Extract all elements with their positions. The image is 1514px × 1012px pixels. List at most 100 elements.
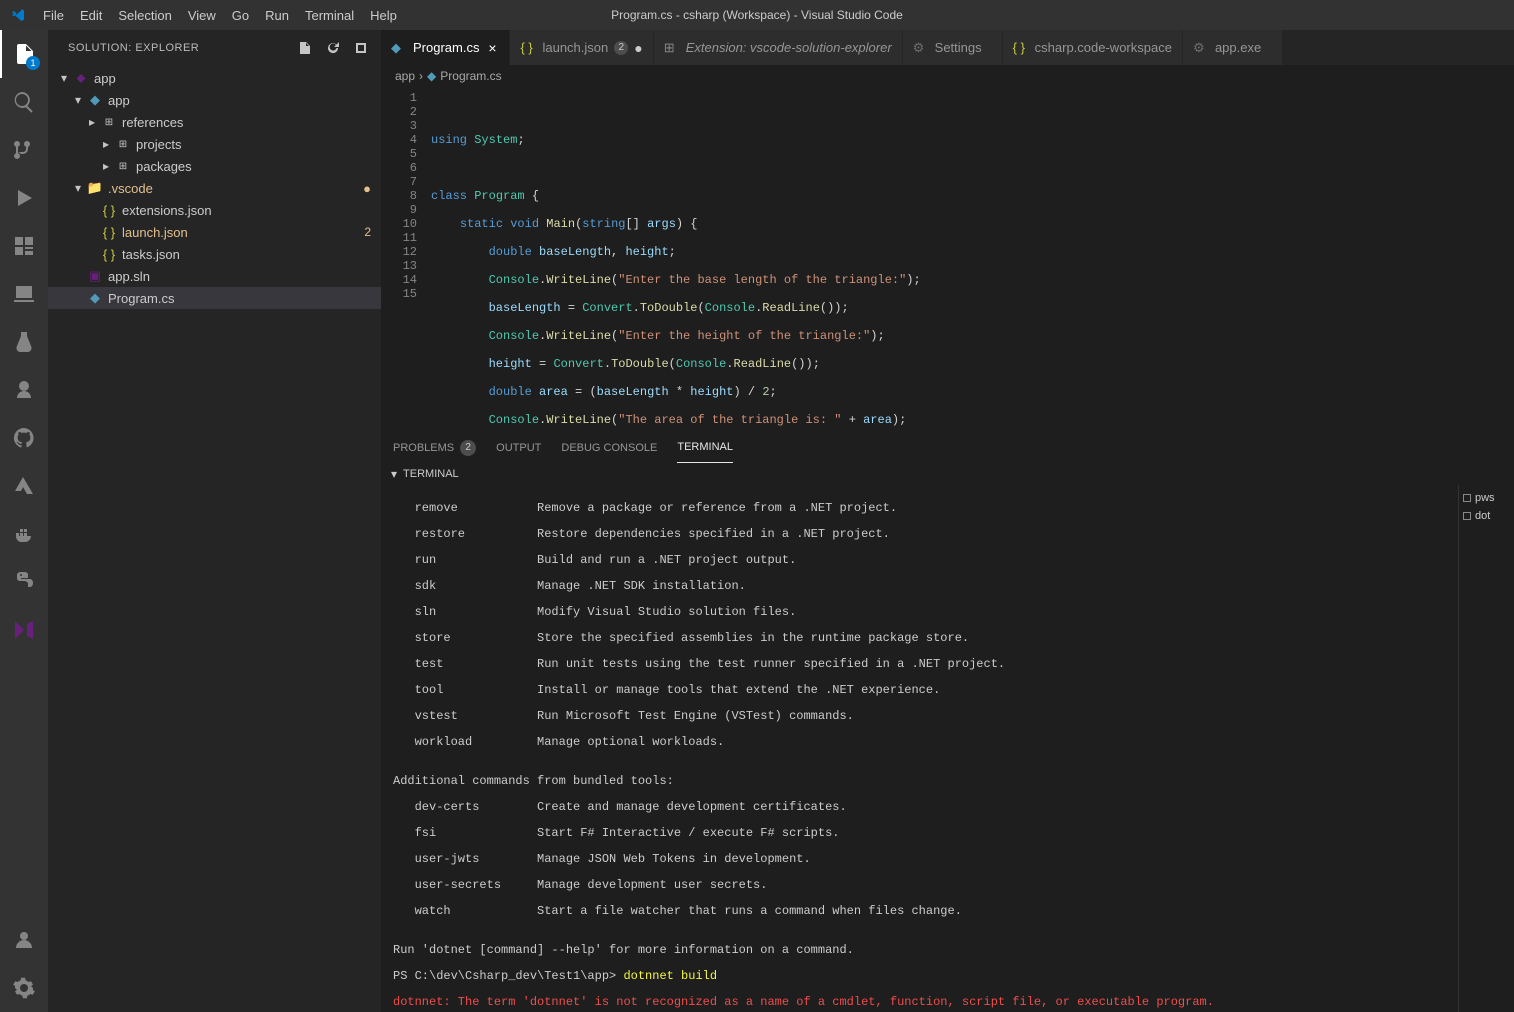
terminal-list[interactable]: pws dot <box>1458 485 1514 1012</box>
menu-edit[interactable]: Edit <box>72 0 110 30</box>
tree-item-label: app <box>108 93 371 108</box>
chevron-icon: ▸ <box>98 159 114 173</box>
tree-item[interactable]: ▸⊞packages <box>48 155 381 177</box>
file-type-icon: ⚙ <box>913 40 929 56</box>
editor-tab[interactable]: ◆Program.cs× <box>381 30 510 65</box>
tree-item[interactable]: ▾📁.vscode● <box>48 177 381 199</box>
chevron-icon: ▸ <box>98 137 114 151</box>
tree-item[interactable]: { }launch.json2 <box>48 221 381 243</box>
file-type-icon: ◆ <box>86 290 104 306</box>
activity-azure-icon[interactable] <box>0 462 48 510</box>
activity-explorer-icon[interactable]: 1 <box>0 30 48 78</box>
bottom-panel: PROBLEMS2 OUTPUT DEBUG CONSOLE TERMINAL … <box>381 432 1514 1012</box>
menu-help[interactable]: Help <box>362 0 405 30</box>
file-type-icon: ◆ <box>86 92 104 108</box>
activity-python-icon[interactable] <box>0 558 48 606</box>
file-type-icon: { } <box>100 203 118 218</box>
file-icon: ◆ <box>427 69 436 83</box>
tree-item-label: extensions.json <box>122 203 371 218</box>
tree-item[interactable]: ▸⊞projects <box>48 133 381 155</box>
panel-subheader[interactable]: ▾ TERMINAL <box>381 463 1514 485</box>
activity-accounts-icon[interactable] <box>0 916 48 964</box>
tab-label: app.exe <box>1215 40 1261 55</box>
code-content[interactable]: using System; class Program { static voi… <box>431 87 1514 432</box>
panel-tab-terminal[interactable]: TERMINAL <box>677 433 733 463</box>
tree-item-label: projects <box>136 137 371 152</box>
tree-item[interactable]: ◆Program.cs <box>48 287 381 309</box>
activity-copilot-icon[interactable] <box>0 366 48 414</box>
tree-item-label: tasks.json <box>122 247 371 262</box>
activity-search-icon[interactable] <box>0 78 48 126</box>
activity-source-control-icon[interactable] <box>0 126 48 174</box>
tab-label: Extension: vscode-solution-explorer <box>686 40 892 55</box>
terminal-entry[interactable]: dot <box>1463 507 1510 525</box>
menu-terminal[interactable]: Terminal <box>297 0 362 30</box>
panel-tab-output[interactable]: OUTPUT <box>496 433 541 463</box>
new-file-icon[interactable] <box>297 40 313 56</box>
terminal-entry[interactable]: pws <box>1463 489 1510 507</box>
activity-solution-explorer-icon[interactable] <box>0 606 48 654</box>
title-bar: File Edit Selection View Go Run Terminal… <box>0 0 1514 30</box>
modification-badge: 2 <box>614 41 628 55</box>
vscode-logo-icon <box>0 7 35 23</box>
window-title: Program.cs - csharp (Workspace) - Visual… <box>611 8 903 22</box>
sidebar-title: SOLUTION: EXPLORER <box>68 42 199 54</box>
breadcrumbs[interactable]: app › ◆ Program.cs <box>381 65 1514 87</box>
chevron-icon: ▸ <box>84 115 100 129</box>
editor-tab[interactable]: ⊞Extension: vscode-solution-explorer <box>654 30 903 65</box>
refresh-icon[interactable] <box>325 40 341 56</box>
breadcrumb-item[interactable]: Program.cs <box>440 69 501 83</box>
editor-tab[interactable]: ⚙app.exe <box>1183 30 1283 65</box>
editor-tab[interactable]: { }launch.json2● <box>510 30 653 65</box>
activity-extensions-icon[interactable] <box>0 222 48 270</box>
terminal-output[interactable]: remove Remove a package or reference fro… <box>381 485 1458 1012</box>
panel-tab-problems[interactable]: PROBLEMS2 <box>393 433 476 463</box>
activity-settings-icon[interactable] <box>0 964 48 1012</box>
tree-item[interactable]: ▣ app.sln <box>48 265 381 287</box>
activity-github-icon[interactable] <box>0 414 48 462</box>
activity-docker-icon[interactable] <box>0 510 48 558</box>
breadcrumb-item[interactable]: app <box>395 69 415 83</box>
tab-label: launch.json <box>542 40 608 55</box>
tree-item-label: .vscode <box>108 181 359 196</box>
menu-run[interactable]: Run <box>257 0 297 30</box>
sidebar: SOLUTION: EXPLORER ▾⬥app▾ ◆ app ▸⊞reference… <box>48 30 381 1012</box>
tree-item-label: app.sln <box>108 269 371 284</box>
menu-view[interactable]: View <box>180 0 224 30</box>
close-tab-icon[interactable]: × <box>485 41 499 55</box>
editor-tab[interactable]: ⚙ Settings <box>903 30 1003 65</box>
dirty-dot-icon: ● <box>634 41 642 55</box>
menu-go[interactable]: Go <box>224 0 257 30</box>
tree-item[interactable]: ▾⬥app <box>48 67 381 89</box>
tree-item[interactable]: ▾◆app <box>48 89 381 111</box>
modified-dot-icon: ● <box>363 181 371 196</box>
tree-item-label: app <box>94 71 371 86</box>
tree-item[interactable]: ▸⊞references <box>48 111 381 133</box>
activity-run-debug-icon[interactable] <box>0 174 48 222</box>
tree-item[interactable]: { }tasks.json <box>48 243 381 265</box>
menu-file[interactable]: File <box>35 0 72 30</box>
activity-testing-icon[interactable] <box>0 318 48 366</box>
activity-remote-icon[interactable] <box>0 270 48 318</box>
modification-badge: 2 <box>364 225 371 239</box>
editor-area: ◆Program.cs×{ }launch.json2●⊞Extension: … <box>381 30 1514 1012</box>
terminal-icon <box>1463 512 1471 520</box>
chevron-icon: ▾ <box>56 71 72 85</box>
explorer-badge: 1 <box>26 56 40 70</box>
code-editor[interactable]: 123456789101112131415 using System; clas… <box>381 87 1514 432</box>
collapse-all-icon[interactable] <box>353 40 369 56</box>
tab-label: Program.cs <box>413 40 479 55</box>
activity-bar: 1 <box>0 30 48 1012</box>
tab-label: Settings <box>935 40 982 55</box>
menu-selection[interactable]: Selection <box>110 0 179 30</box>
panel-tabs: PROBLEMS2 OUTPUT DEBUG CONSOLE TERMINAL <box>381 433 1514 463</box>
editor-tab[interactable]: { }csharp.code-workspace <box>1003 30 1183 65</box>
file-tree[interactable]: ▾⬥app▾ ◆ app ▸⊞references▸⊞projects▸⊞packag… <box>48 65 381 1012</box>
tree-item-label: packages <box>136 159 371 174</box>
panel-tab-debug-console[interactable]: DEBUG CONSOLE <box>561 433 657 463</box>
tree-item-label: launch.json <box>122 225 364 240</box>
chevron-right-icon: › <box>419 69 423 83</box>
sidebar-header: SOLUTION: EXPLORER <box>48 30 381 65</box>
tree-item[interactable]: { } extensions.json <box>48 199 381 221</box>
file-type-icon: ▣ <box>86 268 104 284</box>
